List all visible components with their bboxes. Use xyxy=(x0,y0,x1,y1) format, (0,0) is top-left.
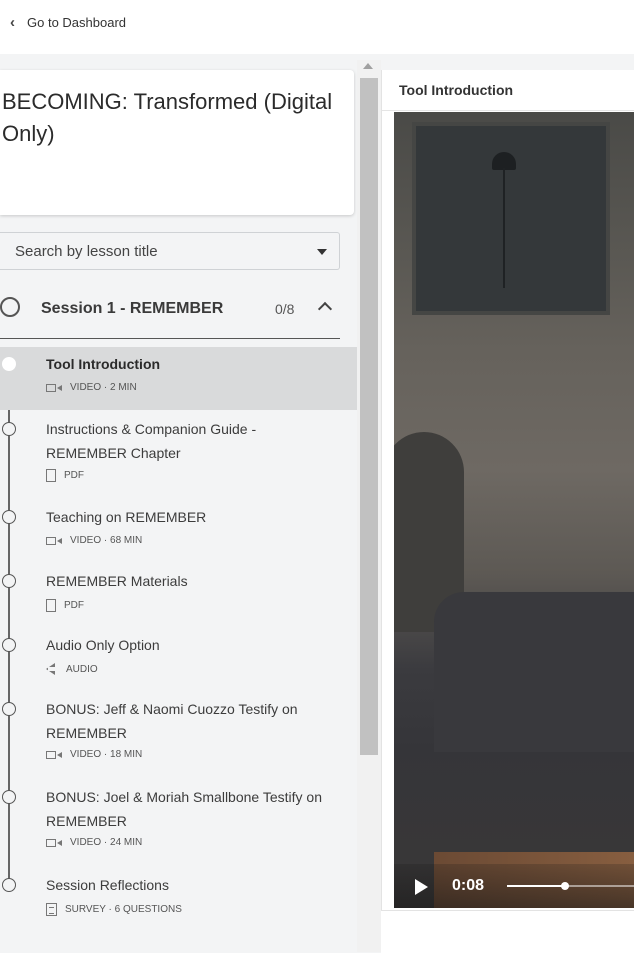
lesson-meta: VIDEO · 2 MIN xyxy=(46,382,137,393)
lesson-meta: VIDEO · 18 MIN xyxy=(46,749,142,760)
video-seek-fill xyxy=(507,885,565,887)
lesson-search-placeholder: Search by lesson title xyxy=(15,243,158,260)
lesson-title: Session Reflections xyxy=(46,877,169,893)
course-card: BECOMING: Transformed (Digital Only) 1% … xyxy=(0,70,354,266)
pdf-icon xyxy=(46,599,56,612)
lesson-status-circle-icon xyxy=(2,702,16,716)
lesson-meta-text: VIDEO · 24 MIN xyxy=(70,837,143,848)
lesson-status-circle-icon xyxy=(2,878,16,892)
lesson-item[interactable]: Teaching on REMEMBER VIDEO · 68 MIN xyxy=(0,508,357,554)
video-icon xyxy=(46,838,62,848)
lesson-meta-text: VIDEO · 2 MIN xyxy=(70,382,137,393)
content-divider xyxy=(382,110,634,111)
video-player[interactable]: 0:08 xyxy=(394,112,634,908)
pdf-icon xyxy=(46,469,56,482)
lesson-item[interactable]: BONUS: Joel & Moriah Smallbone Testify o… xyxy=(0,788,357,858)
video-scene-sofa xyxy=(434,592,634,752)
video-icon xyxy=(46,536,62,546)
lesson-status-circle-icon xyxy=(2,357,16,371)
video-current-time: 0:08 xyxy=(452,877,485,894)
lesson-title: BONUS: Jeff & Naomi Cuozzo Testify on RE… xyxy=(46,701,298,741)
video-scene-lamp-pole xyxy=(503,168,505,288)
video-controls: 0:08 xyxy=(394,864,634,908)
session-header[interactable]: Session 1 - REMEMBER 0/8 xyxy=(0,290,340,339)
video-icon xyxy=(46,383,62,393)
lesson-meta: PDF xyxy=(46,469,84,482)
session-status-circle-icon xyxy=(0,297,20,317)
scrollbar-thumb[interactable] xyxy=(360,78,378,755)
lesson-meta-text: VIDEO · 18 MIN xyxy=(70,749,143,760)
lesson-meta-text: PDF xyxy=(64,600,84,611)
scroll-up-arrow-icon[interactable] xyxy=(363,63,373,69)
lesson-status-circle-icon xyxy=(2,422,16,436)
content-footer xyxy=(381,910,634,953)
course-title: BECOMING: Transformed (Digital Only) xyxy=(2,89,333,146)
video-icon xyxy=(46,750,62,760)
lesson-status-circle-icon xyxy=(2,574,16,588)
lesson-title: Tool Introduction xyxy=(46,356,161,372)
play-icon[interactable] xyxy=(415,879,428,895)
lesson-content-panel: Tool Introduction 0:08 xyxy=(381,70,634,910)
lesson-search-dropdown[interactable]: Search by lesson title xyxy=(0,232,340,270)
video-seek-handle[interactable] xyxy=(560,882,569,890)
lesson-title: REMEMBER Materials xyxy=(46,573,188,589)
lesson-meta-text: PDF xyxy=(64,470,84,481)
session-progress-count: 0/8 xyxy=(275,301,295,317)
lesson-meta: AUDIO xyxy=(46,663,98,675)
video-seek-bar[interactable] xyxy=(507,882,634,890)
lesson-meta: VIDEO · 68 MIN xyxy=(46,535,142,546)
survey-icon xyxy=(46,903,57,916)
lesson-meta: VIDEO · 24 MIN xyxy=(46,837,142,848)
lesson-meta: SURVEY · 6 QUESTIONS xyxy=(46,903,182,916)
audio-icon xyxy=(46,663,58,675)
lesson-item[interactable]: Tool Introduction VIDEO · 2 MIN xyxy=(0,347,357,410)
video-scene-picture-frame xyxy=(412,122,610,315)
sidebar-scrollbar[interactable] xyxy=(357,60,381,952)
lesson-item[interactable]: Audio Only Option AUDIO xyxy=(0,636,357,682)
lesson-meta: PDF xyxy=(46,599,84,612)
lesson-item[interactable]: BONUS: Jeff & Naomi Cuozzo Testify on RE… xyxy=(0,700,357,770)
lesson-status-circle-icon xyxy=(2,510,16,524)
lesson-meta-text: VIDEO · 68 MIN xyxy=(70,535,143,546)
caret-down-icon xyxy=(317,249,327,255)
chevron-left-icon: ‹ xyxy=(10,13,15,31)
lesson-title: BONUS: Joel & Moriah Smallbone Testify o… xyxy=(46,789,322,829)
lesson-meta-text: SURVEY · 6 QUESTIONS xyxy=(65,904,182,915)
lesson-title: Instructions & Companion Guide - REMEMBE… xyxy=(46,421,257,461)
lesson-status-circle-icon xyxy=(2,638,16,652)
lesson-meta-text: AUDIO xyxy=(66,663,98,675)
go-to-dashboard-label: Go to Dashboard xyxy=(27,14,127,30)
lesson-content-title: Tool Introduction xyxy=(399,82,514,98)
lesson-item[interactable]: REMEMBER Materials PDF xyxy=(0,572,357,618)
go-to-dashboard-link[interactable]: ‹ Go to Dashboard xyxy=(10,12,126,32)
lesson-status-circle-icon xyxy=(2,790,16,804)
lesson-title: Teaching on REMEMBER xyxy=(46,509,207,525)
top-bar: ‹ Go to Dashboard xyxy=(0,0,634,54)
lesson-title: Audio Only Option xyxy=(46,637,160,653)
chevron-up-icon[interactable] xyxy=(317,301,333,317)
session-title: Session 1 - REMEMBER xyxy=(41,300,224,317)
lesson-item[interactable]: Session Reflections SURVEY · 6 QUESTIONS xyxy=(0,876,357,922)
lesson-item[interactable]: Instructions & Companion Guide - REMEMBE… xyxy=(0,420,357,490)
